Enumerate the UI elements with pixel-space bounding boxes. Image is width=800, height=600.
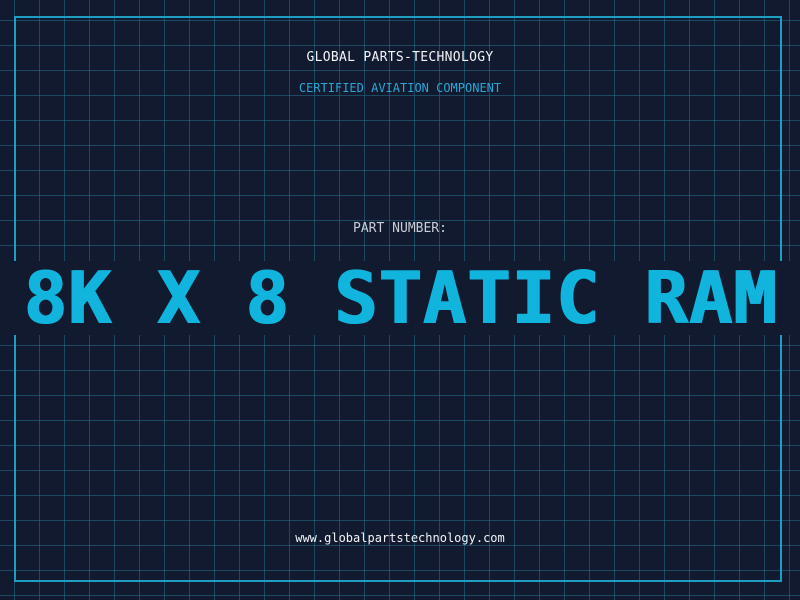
part-number-label: PART NUMBER: [353, 221, 447, 236]
certification-subtitle: CERTIFIED AVIATION COMPONENT [298, 81, 502, 95]
label-canvas: GLOBAL PARTS-TECHNOLOGY CERTIFIED AVIATI… [0, 0, 800, 600]
company-name: GLOBAL PARTS-TECHNOLOGY [306, 50, 494, 65]
part-number-value: 8K X 8 STATIC RAM [23, 256, 777, 340]
website-url: www.globalpartstechnology.com [295, 531, 505, 545]
